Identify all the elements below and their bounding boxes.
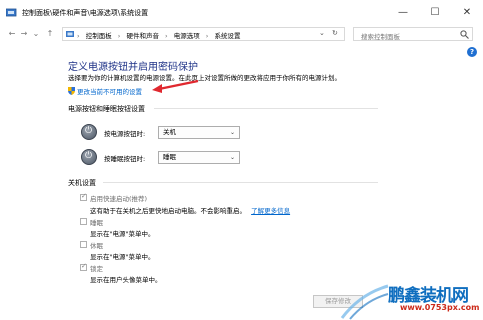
sleep-checkbox[interactable] [80,218,87,225]
refresh-icon[interactable]: ↻ [332,29,338,37]
breadcrumb-separator: › [165,32,168,40]
fast-startup-description: 这有助于在关机之后更快地启动电脑。不会影响重启。 了解更多信息 [90,205,290,215]
search-icon[interactable] [460,30,469,39]
section-divider [154,108,378,109]
page-description: 选择要为你的计算机设置的电源设置。在此页上对设置所做的更改将应用于你所有的电源计… [68,74,341,82]
breadcrumb-separator: › [117,32,121,40]
breadcrumb-separator: › [205,32,209,40]
forward-button[interactable]: → [18,28,30,40]
fast-startup-label: 启用快速启动(推荐) [90,195,148,203]
chevron-down-icon: ⌄ [229,129,235,136]
sleep-button-icon [81,149,97,165]
hibernate-option-description: 显示在"电源"菜单中。 [90,253,155,261]
power-buttons-section-title: 电源按钮和睡眠按钮设置 [68,105,145,113]
window-title: 控制面板\硬件和声音\电源选项\系统设置 [22,9,149,17]
power-button-action-value: 关机 [163,128,176,136]
hibernate-option-label: 休眠 [90,242,103,250]
hibernate-checkbox[interactable] [80,241,87,248]
breadcrumb-hardware-sound[interactable]: 硬件和声音 [126,32,159,40]
change-settings-label: 更改当前不可用的设置 [77,88,142,96]
sleep-button-label: 按睡眠按钮时: [104,155,146,163]
chevron-down-icon: ⌄ [229,154,235,161]
search-placeholder: 搜索控制面板 [361,33,400,41]
shield-icon [68,87,75,95]
title-bar: 控制面板\硬件和声音\电源选项\系统设置 — ☐ ✕ [0,0,483,26]
page-title: 定义电源按钮并启用密码保护 [68,62,198,73]
recent-locations-button[interactable]: ⌄ [30,28,42,40]
up-button[interactable]: ↑ [44,28,56,40]
breadcrumb-system-settings[interactable]: 系统设置 [214,32,240,40]
maximize-button[interactable]: ☐ [419,0,451,26]
back-button[interactable]: ← [6,28,18,40]
breadcrumb: › 控制面板 › 硬件和声音 › 电源选项 › 系统设置 [77,30,240,40]
watermark-url: www.0753px.com [400,303,480,312]
breadcrumb-power-options[interactable]: 电源选项 [174,32,200,40]
fast-startup-checkbox[interactable] [80,192,87,201]
address-dropdown-icon[interactable]: ⌄ [319,29,325,37]
breadcrumb-separator: › [77,32,80,40]
control-panel-icon [66,31,74,37]
breadcrumb-control-panel[interactable]: 控制面板 [86,32,112,40]
red-arrow-annotation [152,79,199,93]
search-input[interactable]: 搜索控制面板 [353,27,473,41]
minimize-button[interactable]: — [387,0,419,26]
power-button-label: 按电源按钮时: [104,130,146,138]
power-button-icon [81,124,97,140]
lock-option-label: 锁定 [90,265,103,273]
fast-startup-desc-text: 这有助于在关机之后更快地启动电脑。不会影响重启。 [90,207,246,215]
learn-more-link[interactable]: 了解更多信息 [251,207,290,215]
control-panel-icon [6,8,17,17]
watermark-swoosh [340,284,389,320]
section-divider [103,182,378,183]
shutdown-section-title: 关机设置 [68,179,96,187]
change-unavailable-settings-link[interactable]: 更改当前不可用的设置 [68,86,142,96]
sleep-button-action-select[interactable]: 睡眠 ⌄ [158,151,240,164]
close-button[interactable]: ✕ [451,0,483,26]
address-bar[interactable]: › 控制面板 › 硬件和声音 › 电源选项 › 系统设置 ⌄ ↻ [62,27,345,41]
lock-checkbox[interactable] [80,262,87,271]
help-icon[interactable]: ? [467,47,477,57]
power-button-action-select[interactable]: 关机 ⌄ [158,126,240,139]
sleep-option-label: 睡眠 [90,219,103,227]
lock-option-description: 显示在用户头像菜单中。 [90,276,162,284]
sleep-option-description: 显示在"电源"菜单中。 [90,230,155,238]
sleep-button-action-value: 睡眠 [163,153,176,161]
